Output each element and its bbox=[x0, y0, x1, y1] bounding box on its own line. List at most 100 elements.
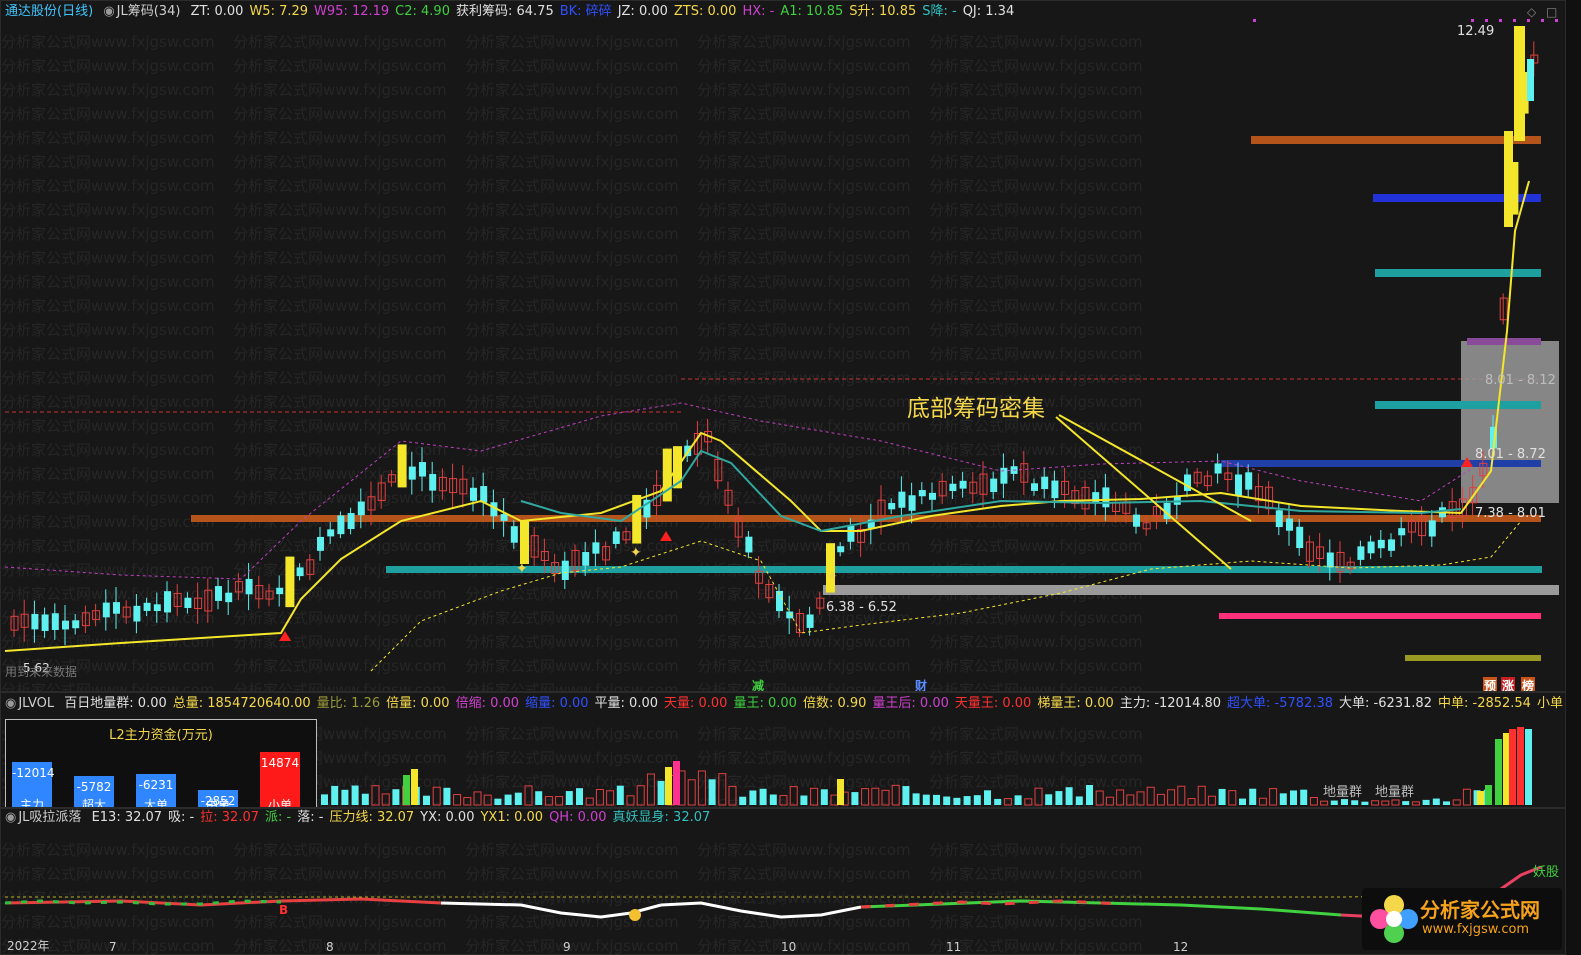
volume-header-field: 缩量: 0.00 bbox=[525, 696, 589, 711]
site-logo: 分析家公式网 www.fxjgsw.com bbox=[1362, 888, 1562, 950]
indicator-name[interactable]: JL筹码(34) bbox=[117, 4, 181, 19]
buy-triangle bbox=[660, 531, 672, 541]
volume-header-field: 小单 bbox=[1536, 696, 1563, 711]
price-chart[interactable]: ✦ ✦ ✦ bbox=[1, 1, 1566, 692]
l2-bar-5: 14874 小单 bbox=[260, 752, 300, 807]
candle-body-down bbox=[184, 597, 192, 608]
volume-bar bbox=[1485, 785, 1492, 805]
volume-bar bbox=[891, 784, 900, 806]
settings-icon[interactable]: ◉ bbox=[5, 696, 16, 711]
volume-header-field: 倍数: 0.90 bbox=[802, 696, 867, 711]
volume-bar bbox=[973, 795, 981, 805]
volume-bar bbox=[718, 773, 727, 806]
candle-body-down bbox=[561, 560, 569, 580]
signal-dot bbox=[1513, 19, 1516, 22]
volume-bar bbox=[665, 767, 672, 805]
indicator-header-field: 吸: - bbox=[168, 810, 195, 825]
candle-body-down bbox=[419, 462, 426, 477]
volume-bar bbox=[1351, 800, 1359, 805]
candle-body-down bbox=[347, 513, 355, 530]
candle-body-down bbox=[847, 525, 855, 542]
volume-header-field: 主力: -12014.80 bbox=[1119, 696, 1222, 711]
volume-bar bbox=[1024, 798, 1033, 806]
price-header-field: ZT: 0.00 bbox=[190, 4, 244, 19]
volume-header-field: 总量: 1854720640.00 bbox=[172, 696, 311, 711]
candle-body-down bbox=[888, 503, 896, 510]
settings-icon[interactable]: ◉ bbox=[5, 810, 16, 825]
candle-body-down bbox=[1388, 539, 1395, 551]
volume-bar bbox=[351, 785, 359, 805]
candle-body-down bbox=[408, 466, 416, 480]
candle-body-down bbox=[1428, 520, 1436, 537]
volume-bar bbox=[585, 797, 594, 806]
candle-body-yellow bbox=[826, 543, 835, 593]
price-header-field: C2: 4.90 bbox=[395, 4, 450, 19]
chip-range-box bbox=[1461, 341, 1559, 503]
volume-header-field: 梯量王: 0.00 bbox=[1037, 696, 1114, 711]
indicator-title[interactable]: JL吸拉派落 bbox=[18, 810, 81, 825]
volume-bar bbox=[800, 795, 808, 805]
volume-bar bbox=[1495, 739, 1502, 805]
candle-body-down bbox=[918, 490, 926, 497]
chip-band-purple bbox=[1467, 338, 1541, 345]
volume-bar bbox=[1156, 793, 1165, 806]
future-data-note: 用到未来数据 bbox=[5, 665, 78, 679]
range-label-4: 7.38 - 8.01 bbox=[1475, 506, 1546, 521]
candle-body-yellow bbox=[1504, 131, 1513, 227]
chip-band-orange bbox=[1251, 136, 1541, 144]
indicator-chart[interactable] bbox=[1, 809, 1566, 955]
candle-body-down bbox=[31, 613, 39, 630]
indicator-header-field: 真妖显身: 32.07 bbox=[612, 810, 711, 825]
candle-body-down bbox=[1286, 518, 1293, 531]
volume-bar bbox=[994, 798, 1002, 805]
volume-bar bbox=[1320, 800, 1329, 806]
signal-dot bbox=[1541, 19, 1544, 22]
volume-bar bbox=[1371, 800, 1380, 806]
candle-body-down bbox=[959, 480, 967, 489]
person-marker-icon: ✦ bbox=[826, 569, 838, 585]
volume-bar bbox=[1014, 795, 1022, 805]
price-header-field: HX: - bbox=[742, 4, 775, 19]
volume-bar bbox=[708, 779, 716, 805]
volume-bar bbox=[1525, 729, 1532, 805]
l2-bar-2: -5782 超大 bbox=[74, 776, 114, 808]
candle-body-down bbox=[357, 501, 365, 516]
volume-bar bbox=[881, 789, 890, 806]
volume-bar bbox=[1452, 799, 1461, 806]
candle-body-yellow bbox=[285, 556, 295, 608]
volume-panel[interactable]: 分析家公式网www.fxjgsw.com 分析家公式网www.fxjgsw.com… bbox=[0, 692, 1566, 808]
candle-body-down bbox=[72, 620, 80, 629]
candle-body-down bbox=[1377, 539, 1385, 549]
volume-bar bbox=[1361, 801, 1369, 805]
volume-bar bbox=[576, 788, 583, 805]
indicator-header-field: 派: - bbox=[265, 810, 292, 825]
indicator-header-field: YX1: 0.00 bbox=[480, 810, 544, 825]
ma-yellow-dashed bbox=[370, 520, 1522, 672]
volume-bar bbox=[657, 780, 665, 805]
indicator-panel[interactable]: 分析家公式网www.fxjgsw.com 分析家公式网www.fxjgsw.com… bbox=[0, 808, 1566, 955]
volume-bar bbox=[555, 796, 564, 806]
volume-header-field: 中单: -2852.54 bbox=[1437, 696, 1531, 711]
volume-bar bbox=[463, 797, 472, 806]
l2-value: -12014 bbox=[12, 766, 55, 780]
volume-bar bbox=[759, 788, 767, 805]
price-panel[interactable]: 分析家公式网www.fxjgsw.com 分析家公式网www.fxjgsw.com… bbox=[0, 0, 1566, 692]
volume-bar bbox=[403, 775, 410, 805]
volume-bar bbox=[331, 785, 339, 805]
maximize-icon[interactable]: □ bbox=[1546, 5, 1557, 19]
l2-caption: 超大 bbox=[81, 798, 106, 808]
candle-body-yellow bbox=[662, 448, 672, 502]
volume-bar bbox=[1309, 797, 1318, 806]
volume-bar bbox=[1402, 801, 1410, 805]
volume-bar bbox=[984, 790, 991, 805]
volume-bar bbox=[1422, 799, 1430, 805]
candle-body-down bbox=[1000, 467, 1008, 484]
settings-icon[interactable]: ◉ bbox=[103, 4, 114, 19]
volume-indicator-name[interactable]: JLVOL bbox=[18, 696, 54, 711]
stock-name[interactable]: 通达股份 bbox=[5, 4, 57, 19]
panel-toggle-icon[interactable]: ◇ bbox=[1527, 5, 1536, 19]
chip-band-teal bbox=[386, 566, 1542, 573]
volume-bar bbox=[1136, 791, 1145, 806]
chart-period[interactable]: (日线) bbox=[57, 4, 93, 19]
volume-bar bbox=[861, 788, 870, 806]
